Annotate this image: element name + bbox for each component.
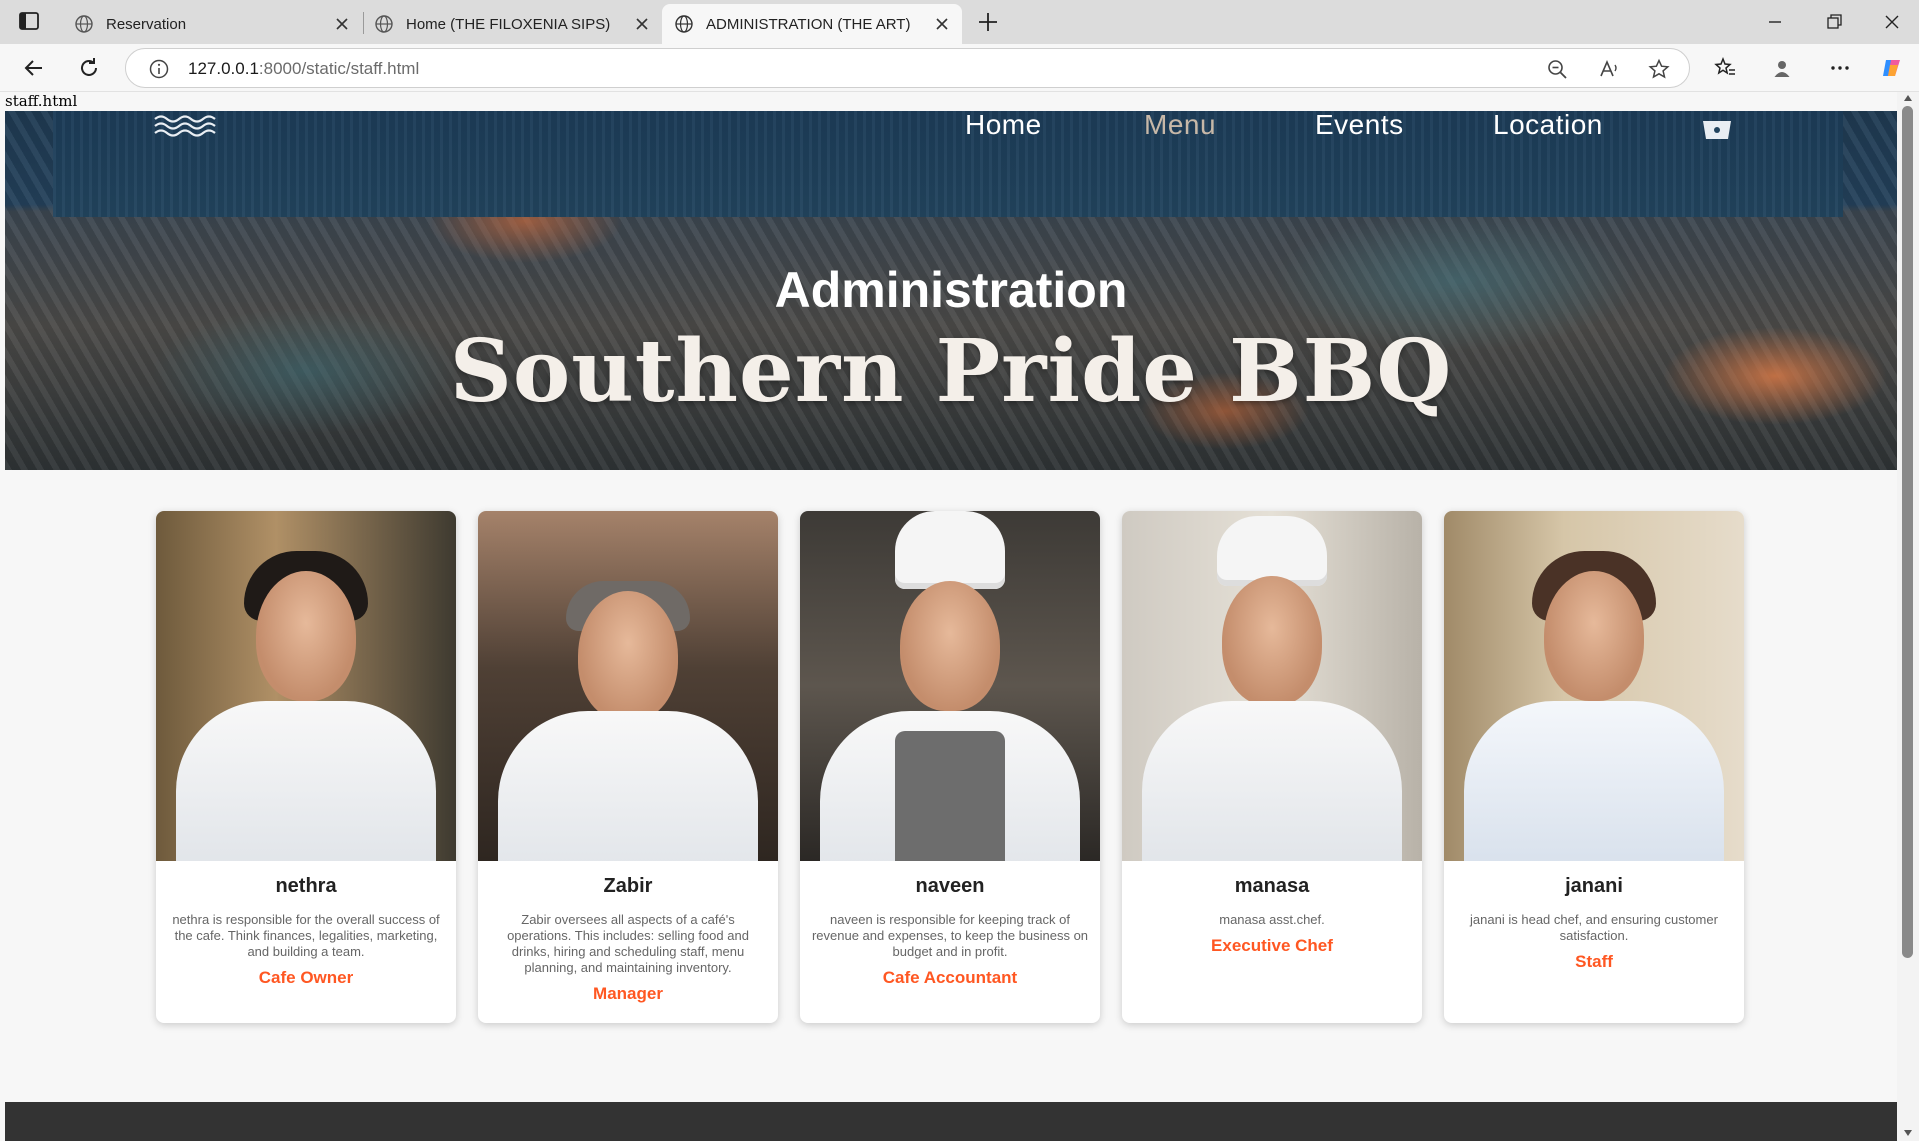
globe-icon [675, 15, 693, 33]
close-icon[interactable] [634, 16, 650, 32]
staff-photo [800, 511, 1100, 861]
tab-title: Reservation [106, 15, 187, 33]
scrollbar-thumb[interactable] [1902, 106, 1913, 958]
waves-logo-icon[interactable] [153, 113, 223, 139]
staff-name: nethra [275, 875, 337, 897]
new-tab-icon[interactable] [975, 9, 1001, 35]
staff-description: janani is head chef, and ensuring custom… [1470, 912, 1718, 943]
staff-photo [156, 511, 456, 861]
tab-actions-icon[interactable] [18, 11, 40, 31]
vertical-scrollbar[interactable] [1897, 92, 1919, 1141]
staff-role: Staff [1575, 952, 1613, 971]
basket-icon[interactable] [1700, 115, 1734, 141]
page-footer [5, 1102, 1897, 1141]
favorites-icon[interactable] [1713, 56, 1737, 80]
page-title: Administration [774, 262, 1128, 318]
hero-banner: Home Menu Events Location Administration… [5, 111, 1897, 470]
staff-card: janani janani is head chef, and ensuring… [1444, 511, 1744, 1023]
nav-location-link[interactable]: Location [1493, 111, 1603, 141]
staff-card: nethra nethra is responsible for the ove… [156, 511, 456, 1023]
staff-name: janani [1565, 875, 1623, 897]
restore-icon[interactable] [1822, 10, 1846, 34]
read-aloud-icon[interactable] [1598, 58, 1620, 80]
staff-role: Cafe Accountant [882, 968, 1018, 987]
staff-description: naveen is responsible for keeping track … [811, 912, 1089, 959]
url-text: 127.0.0.1:8000/static/staff.html [188, 59, 420, 78]
tab-administration[interactable]: ADMINISTRATION (THE ART) [662, 4, 962, 44]
staff-description: manasa asst.chef. [1219, 912, 1325, 927]
favorite-star-icon[interactable] [1648, 58, 1670, 80]
info-icon[interactable] [148, 58, 170, 80]
more-options-icon[interactable] [1828, 56, 1852, 80]
tab-home[interactable]: Home (THE FILOXENIA SIPS) [362, 4, 662, 44]
page-viewport: staff.html Home Menu Events Location Adm… [0, 92, 1919, 1141]
copilot-icon[interactable] [1880, 56, 1904, 80]
brand-name: Southern Pride BBQ [449, 321, 1453, 422]
staff-role: Cafe Owner [258, 968, 354, 987]
staff-card-list: nethra nethra is responsible for the ove… [156, 511, 1746, 1023]
close-icon[interactable] [934, 16, 950, 32]
staff-name: naveen [915, 875, 985, 897]
nav-events-link[interactable]: Events [1315, 111, 1404, 141]
scroll-down-arrow-icon[interactable] [1903, 1129, 1913, 1137]
staff-description: nethra is responsible for the overall su… [172, 912, 440, 959]
staff-photo [478, 511, 778, 861]
staff-role: Executive Chef [1211, 936, 1333, 955]
staff-photo [1122, 511, 1422, 861]
nav-menu-link[interactable]: Menu [1144, 111, 1216, 141]
staff-card: manasa manasa asst.chef. Executive Chef [1122, 511, 1422, 1023]
close-icon[interactable] [334, 16, 350, 32]
scroll-up-arrow-icon[interactable] [1903, 94, 1913, 102]
tab-title: ADMINISTRATION (THE ART) [706, 15, 911, 33]
staff-card: Zabir Zabir oversees all aspects of a ca… [478, 511, 778, 1023]
staff-name: Zabir [603, 875, 653, 897]
profile-icon[interactable] [1770, 56, 1794, 80]
tab-reservation[interactable]: Reservation [62, 4, 362, 44]
staff-photo [1444, 511, 1744, 861]
nav-home-link[interactable]: Home [965, 111, 1042, 141]
close-window-icon[interactable] [1880, 10, 1904, 34]
minimize-icon[interactable] [1763, 10, 1787, 34]
staff-role: Manager [593, 984, 663, 1003]
globe-icon [75, 15, 93, 33]
globe-icon [375, 15, 393, 33]
url-field[interactable]: 127.0.0.1:8000/static/staff.html [125, 48, 1690, 88]
staff-card: naveen naveen is responsible for keeping… [800, 511, 1100, 1023]
browser-tab-bar: Reservation Home (THE FILOXENIA SIPS) AD… [0, 0, 1919, 44]
address-bar: 127.0.0.1:8000/static/staff.html [0, 44, 1919, 92]
zoom-out-icon[interactable] [1546, 58, 1568, 80]
staff-description: Zabir oversees all aspects of a café's o… [507, 912, 749, 975]
page-file-label: staff.html [5, 92, 78, 110]
refresh-icon[interactable] [77, 56, 101, 80]
tab-title: Home (THE FILOXENIA SIPS) [406, 15, 611, 33]
staff-name: manasa [1234, 875, 1310, 897]
back-arrow-icon[interactable] [22, 56, 46, 80]
